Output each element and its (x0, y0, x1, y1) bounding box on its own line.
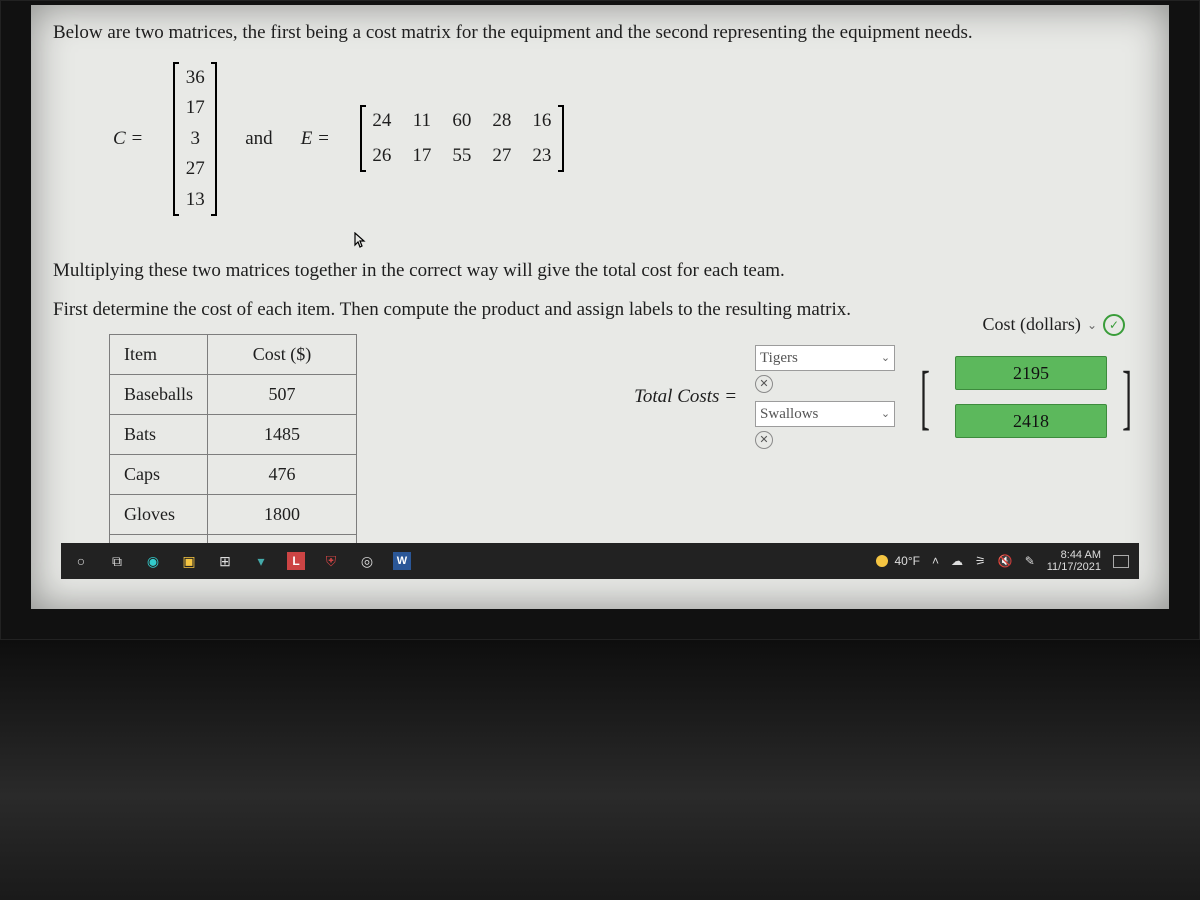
table-row: Caps476 (110, 455, 357, 495)
tray-wifi-icon[interactable]: ⚞ (975, 554, 986, 568)
tray-volume-icon[interactable]: 🔇 (998, 554, 1013, 568)
line2: Multiplying these two matrices together … (53, 257, 1147, 286)
chevron-down-icon: ⌄ (881, 406, 890, 423)
search-icon[interactable]: ○ (71, 551, 91, 571)
matrix-c: 36 17 3 27 13 (173, 62, 217, 217)
e-val: 27 (490, 142, 514, 171)
task-view-icon[interactable]: ⧉ (107, 551, 127, 571)
e-val: 17 (410, 142, 434, 171)
c-val: 27 (183, 155, 207, 184)
notifications-icon[interactable] (1113, 555, 1129, 568)
team-select-1-value: Tigers (760, 347, 798, 370)
e-val: 16 (530, 107, 554, 136)
tray-onedrive-icon[interactable]: ☁ (951, 554, 963, 568)
desk-area (0, 640, 1200, 900)
clock-time: 8:44 AM (1061, 549, 1101, 561)
right-bracket-icon: ] (1122, 361, 1132, 433)
e-val: 11 (410, 107, 434, 136)
and-text: and (245, 125, 272, 154)
answer-cell-2[interactable]: 2418 (955, 404, 1107, 438)
e-val: 55 (450, 142, 474, 171)
team-select-2-value: Swallows (760, 403, 818, 426)
c-val: 36 (183, 64, 207, 93)
e-val: 26 (370, 142, 394, 171)
items-table: Item Cost ($) Baseballs507 Bats1485 Caps… (109, 334, 357, 575)
team-selects: Tigers ⌄ ✕ Swallows ⌄ ✕ (755, 345, 895, 449)
word-icon[interactable]: W (393, 552, 411, 570)
table-row: Gloves1800 (110, 495, 357, 535)
clock-date: 11/17/2021 (1047, 561, 1101, 573)
clear-icon[interactable]: ✕ (755, 431, 773, 449)
chevron-down-icon: ⌄ (881, 350, 890, 367)
chevron-down-icon: ⌄ (1087, 316, 1097, 334)
answers-column: 2195 2418 (955, 356, 1107, 438)
store-icon[interactable]: ⊞ (215, 551, 235, 571)
shield-icon[interactable]: ⛨ (321, 551, 341, 571)
sun-icon (876, 555, 888, 567)
cost-header-label: Cost (dollars) (982, 311, 1081, 338)
e-val: 28 (490, 107, 514, 136)
matrix-c-label: C = (113, 125, 143, 154)
clear-icon[interactable]: ✕ (755, 375, 773, 393)
app-l-icon[interactable]: L (287, 552, 305, 570)
intro-text: Below are two matrices, the first being … (53, 19, 1147, 48)
matrix-e-label: E = (301, 125, 330, 154)
items-header-item: Item (110, 335, 208, 375)
matrices-row: C = 36 17 3 27 13 and E = (113, 62, 1147, 217)
left-bracket-icon: [ (920, 361, 930, 433)
team-select-1[interactable]: Tigers ⌄ (755, 345, 895, 371)
items-header-cost: Cost ($) (208, 335, 357, 375)
weather-temp: 40°F (894, 554, 919, 568)
cost-header[interactable]: Cost (dollars) ⌄ ✓ (982, 311, 1125, 338)
table-row: Bats1485 (110, 415, 357, 455)
problem-content: Below are two matrices, the first being … (31, 5, 1169, 609)
answer-cell-1[interactable]: 2195 (955, 356, 1107, 390)
matrix-e: 24 11 60 28 16 26 17 55 27 23 (360, 105, 564, 172)
windows-taskbar[interactable]: ○ ⧉ ◉ ▣ ⊞ ▾ L ⛨ ◎ W 40°F ˄ ☁ ⚞ 🔇 ✎ (61, 543, 1139, 579)
c-val: 13 (183, 186, 207, 215)
e-val: 24 (370, 107, 394, 136)
chrome-icon[interactable]: ◎ (357, 551, 377, 571)
table-row: Baseballs507 (110, 375, 357, 415)
cursor-icon (353, 224, 1147, 251)
totals-area: Total Costs = Tigers ⌄ ✕ Swallows ⌄ (634, 345, 1139, 449)
team-select-2[interactable]: Swallows ⌄ (755, 401, 895, 427)
c-val: 3 (183, 125, 207, 154)
e-val: 60 (450, 107, 474, 136)
check-icon: ✓ (1103, 314, 1125, 336)
clock[interactable]: 8:44 AM 11/17/2021 (1047, 549, 1101, 573)
tray-chevron-icon[interactable]: ˄ (932, 554, 939, 568)
c-val: 17 (183, 94, 207, 123)
explorer-icon[interactable]: ▣ (179, 551, 199, 571)
edge-icon[interactable]: ◉ (143, 551, 163, 571)
weather-widget[interactable]: 40°F (876, 554, 919, 568)
e-val: 23 (530, 142, 554, 171)
tray-pen-icon[interactable]: ✎ (1025, 554, 1035, 568)
mail-icon[interactable]: ▾ (251, 551, 271, 571)
total-costs-label: Total Costs = (634, 383, 737, 412)
